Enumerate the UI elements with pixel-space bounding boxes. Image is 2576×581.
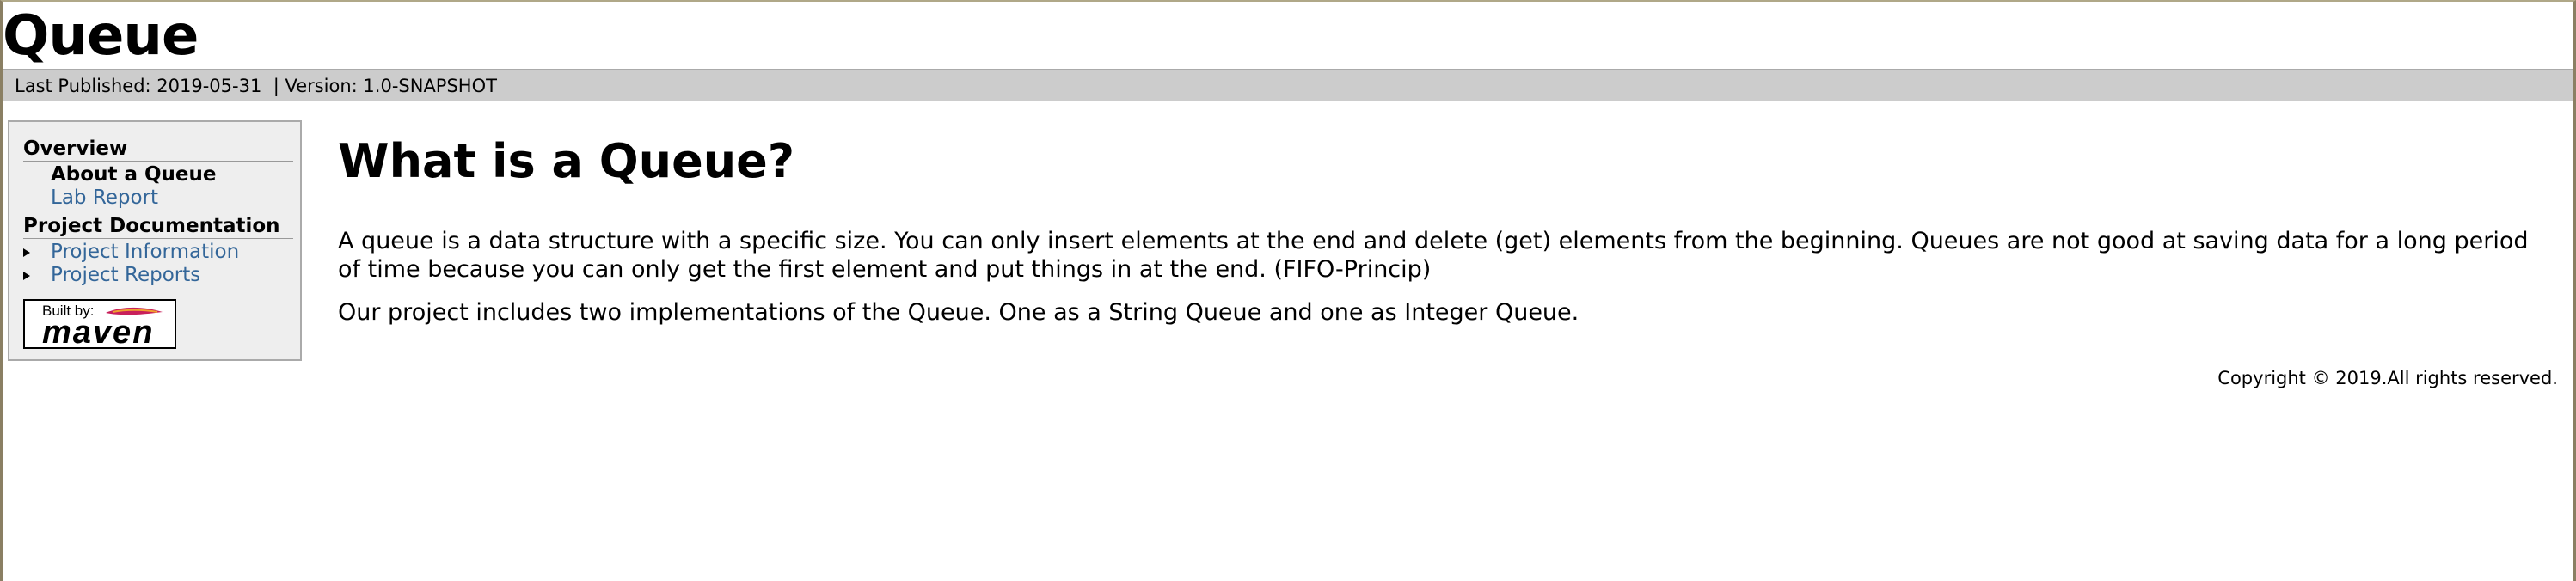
menu-heading-project-documentation: Project Documentation — [23, 215, 293, 239]
menu-item-project-information[interactable]: Project Information — [23, 241, 293, 264]
built-by-maven-logo[interactable]: Built by: maven — [23, 299, 176, 349]
expand-arrow-icon[interactable] — [23, 272, 30, 280]
project-information-link[interactable]: Project Information — [51, 241, 239, 263]
menu-heading-overview: Overview — [23, 138, 293, 162]
lab-report-link[interactable]: Lab Report — [51, 187, 158, 209]
banner: Queue — [3, 2, 2573, 69]
paragraph-implementations: Our project includes two implementations… — [338, 299, 1579, 326]
site-title: Queue — [3, 4, 199, 68]
paragraph-definition: A queue is a data structure with a speci… — [338, 228, 2529, 283]
project-reports-link[interactable]: Project Reports — [51, 264, 200, 286]
maven-wordmark: maven — [42, 315, 155, 351]
breadcrumb-bar: Last Published: 2019-05-31 | Version: 1.… — [3, 69, 2573, 101]
menu-item-lab-report[interactable]: Lab Report — [23, 187, 293, 210]
navigation-sidebar: Overview About a Queue Lab Report Projec… — [8, 120, 302, 361]
version-label: Version: 1.0-SNAPSHOT — [285, 76, 497, 96]
menu-item-label: About a Queue — [51, 163, 217, 186]
copyright-footer: Copyright © 2019.All rights reserved. — [2217, 368, 2558, 388]
page-title: What is a Queue? — [338, 134, 795, 188]
menu-item-project-reports[interactable]: Project Reports — [23, 264, 293, 287]
last-published: Last Published: 2019-05-31 — [15, 76, 262, 96]
expand-arrow-icon[interactable] — [23, 248, 30, 257]
main-content: What is a Queue? A queue is a data struc… — [338, 131, 2539, 341]
menu-item-about-a-queue: About a Queue — [23, 163, 293, 187]
breadcrumb-separator: | — [273, 76, 279, 96]
